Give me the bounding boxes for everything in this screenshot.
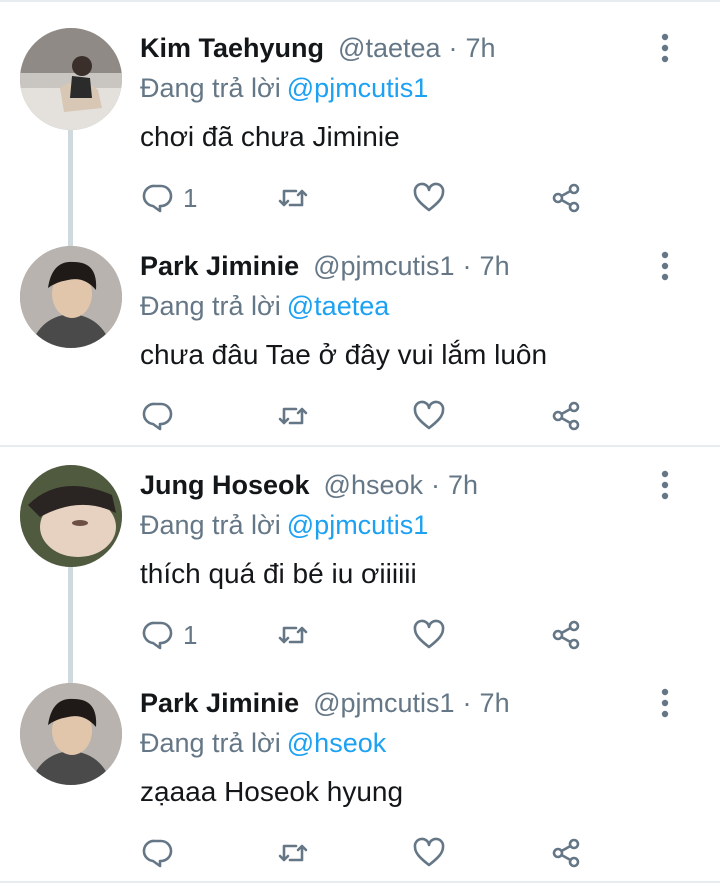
retweet-button[interactable] — [276, 396, 310, 436]
tweet-header: Jung Hoseok @hseok · 7h — [140, 465, 478, 505]
reply-button[interactable]: 1 — [141, 178, 197, 218]
tweet-header: Park Jiminie @pjmcutis1 · 7h — [140, 683, 510, 723]
tweet[interactable]: Kim Taehyung @taetea · 7h Đang trả lời @p… — [0, 0, 720, 218]
like-button[interactable] — [412, 396, 446, 436]
reply-count: 1 — [183, 182, 198, 213]
retweet-button[interactable] — [276, 833, 310, 873]
replying-label: Đang trả lời — [140, 73, 281, 103]
share-button[interactable] — [549, 396, 583, 436]
separator-dot: · — [431, 470, 440, 500]
share-button[interactable] — [549, 178, 583, 218]
tweet-text: zạaaa Hoseok hyung — [140, 776, 404, 807]
replying-label: Đang trả lời — [140, 510, 281, 540]
more-vertical-icon — [661, 251, 669, 281]
share-button[interactable] — [549, 615, 583, 655]
avatar[interactable] — [20, 683, 122, 785]
reply-icon — [142, 184, 173, 213]
retweet-button[interactable] — [276, 615, 310, 655]
display-name[interactable]: Park Jiminie — [140, 246, 299, 286]
display-name[interactable]: Kim Taehyung — [140, 28, 324, 68]
reply-count: 1 — [183, 619, 198, 650]
heart-icon — [413, 837, 445, 867]
share-icon — [552, 183, 580, 213]
user-handle[interactable]: @pjmcutis1 — [313, 683, 454, 723]
avatar[interactable] — [20, 246, 122, 348]
share-button[interactable] — [549, 833, 583, 873]
more-options-button[interactable] — [650, 467, 680, 503]
separator-dot: · — [462, 251, 472, 281]
reply-button[interactable] — [141, 833, 183, 873]
like-button[interactable] — [412, 615, 446, 655]
timestamp[interactable]: 7h — [448, 465, 478, 505]
timestamp[interactable]: 7h — [480, 246, 510, 286]
like-button[interactable] — [412, 833, 446, 873]
reply-button[interactable] — [141, 396, 183, 436]
reply-icon — [142, 839, 173, 868]
reply-button[interactable]: 1 — [141, 615, 197, 655]
more-options-button[interactable] — [650, 248, 680, 284]
person-photo-avatar — [20, 246, 122, 348]
share-icon — [552, 838, 580, 868]
user-handle[interactable]: @hseok — [324, 465, 423, 505]
heart-icon — [413, 619, 445, 649]
tweet-actions — [0, 396, 720, 436]
share-icon — [552, 620, 580, 650]
user-handle[interactable]: @pjmcutis1 — [313, 246, 454, 286]
reply-icon — [142, 621, 173, 650]
more-vertical-icon — [661, 688, 669, 718]
more-vertical-icon — [661, 470, 669, 500]
heart-icon — [413, 182, 445, 212]
tweet-actions: 1 — [0, 178, 720, 218]
tweet-text: chơi đã chưa Jiminie — [140, 121, 400, 152]
tweet-text: thích quá đi bé iu ơiiiiii — [140, 558, 417, 589]
separator-dot: · — [462, 688, 472, 718]
replying-to: Đang trả lời @hseok — [140, 723, 386, 763]
retweet-button[interactable] — [276, 178, 310, 218]
like-button[interactable] — [412, 178, 446, 218]
tweet[interactable]: Park Jiminie @pjmcutis1 · 7h Đang trả lờ… — [0, 218, 720, 436]
tweet-header: Park Jiminie @pjmcutis1 · 7h — [140, 246, 510, 286]
retweet-icon — [278, 844, 308, 862]
tweet-actions — [0, 833, 720, 873]
thread-2: Jung Hoseok @hseok · 7h Đang trả lời @pjm… — [0, 447, 720, 885]
person-photo-avatar — [20, 465, 122, 567]
avatar[interactable] — [20, 28, 122, 130]
more-options-button[interactable] — [650, 685, 680, 721]
share-icon — [552, 401, 580, 431]
display-name[interactable]: Jung Hoseok — [140, 465, 310, 505]
avatar[interactable] — [20, 465, 122, 567]
timestamp[interactable]: 7h — [466, 28, 496, 68]
tweet[interactable]: Jung Hoseok @hseok · 7h Đang trả lời @pjm… — [0, 437, 720, 655]
thread-1: Kim Taehyung @taetea · 7h Đang trả lời @p… — [0, 0, 720, 446]
person-photo-avatar — [20, 28, 122, 130]
person-photo-avatar — [20, 683, 122, 785]
mention-link[interactable]: @pjmcutis1 — [287, 73, 428, 103]
replying-to: Đang trả lời @taetea — [140, 286, 389, 326]
heart-icon — [413, 400, 445, 430]
retweet-icon — [278, 189, 308, 207]
replying-label: Đang trả lời — [140, 728, 281, 758]
more-options-button[interactable] — [650, 30, 680, 66]
replying-to: Đang trả lời @pjmcutis1 — [140, 68, 428, 108]
tweet-text: chưa đâu Tae ở đây vui lắm luôn — [140, 339, 548, 370]
display-name[interactable]: Park Jiminie — [140, 683, 299, 723]
mention-link[interactable]: @pjmcutis1 — [287, 510, 428, 540]
user-handle[interactable]: @taetea — [338, 28, 440, 68]
retweet-icon — [278, 407, 308, 425]
replying-to: Đang trả lời @pjmcutis1 — [140, 505, 428, 545]
tweet[interactable]: Park Jiminie @pjmcutis1 · 7h Đang trả lờ… — [0, 655, 720, 873]
mention-link[interactable]: @taetea — [287, 291, 389, 321]
more-vertical-icon — [661, 33, 669, 63]
replying-label: Đang trả lời — [140, 291, 281, 321]
reply-icon — [142, 402, 173, 431]
mention-link[interactable]: @hseok — [287, 728, 386, 758]
tweet-actions: 1 — [0, 615, 720, 655]
separator-dot: · — [448, 33, 458, 63]
tweet-header: Kim Taehyung @taetea · 7h — [140, 28, 496, 68]
timestamp[interactable]: 7h — [480, 683, 510, 723]
bottom-divider — [0, 881, 720, 883]
retweet-icon — [278, 626, 308, 644]
